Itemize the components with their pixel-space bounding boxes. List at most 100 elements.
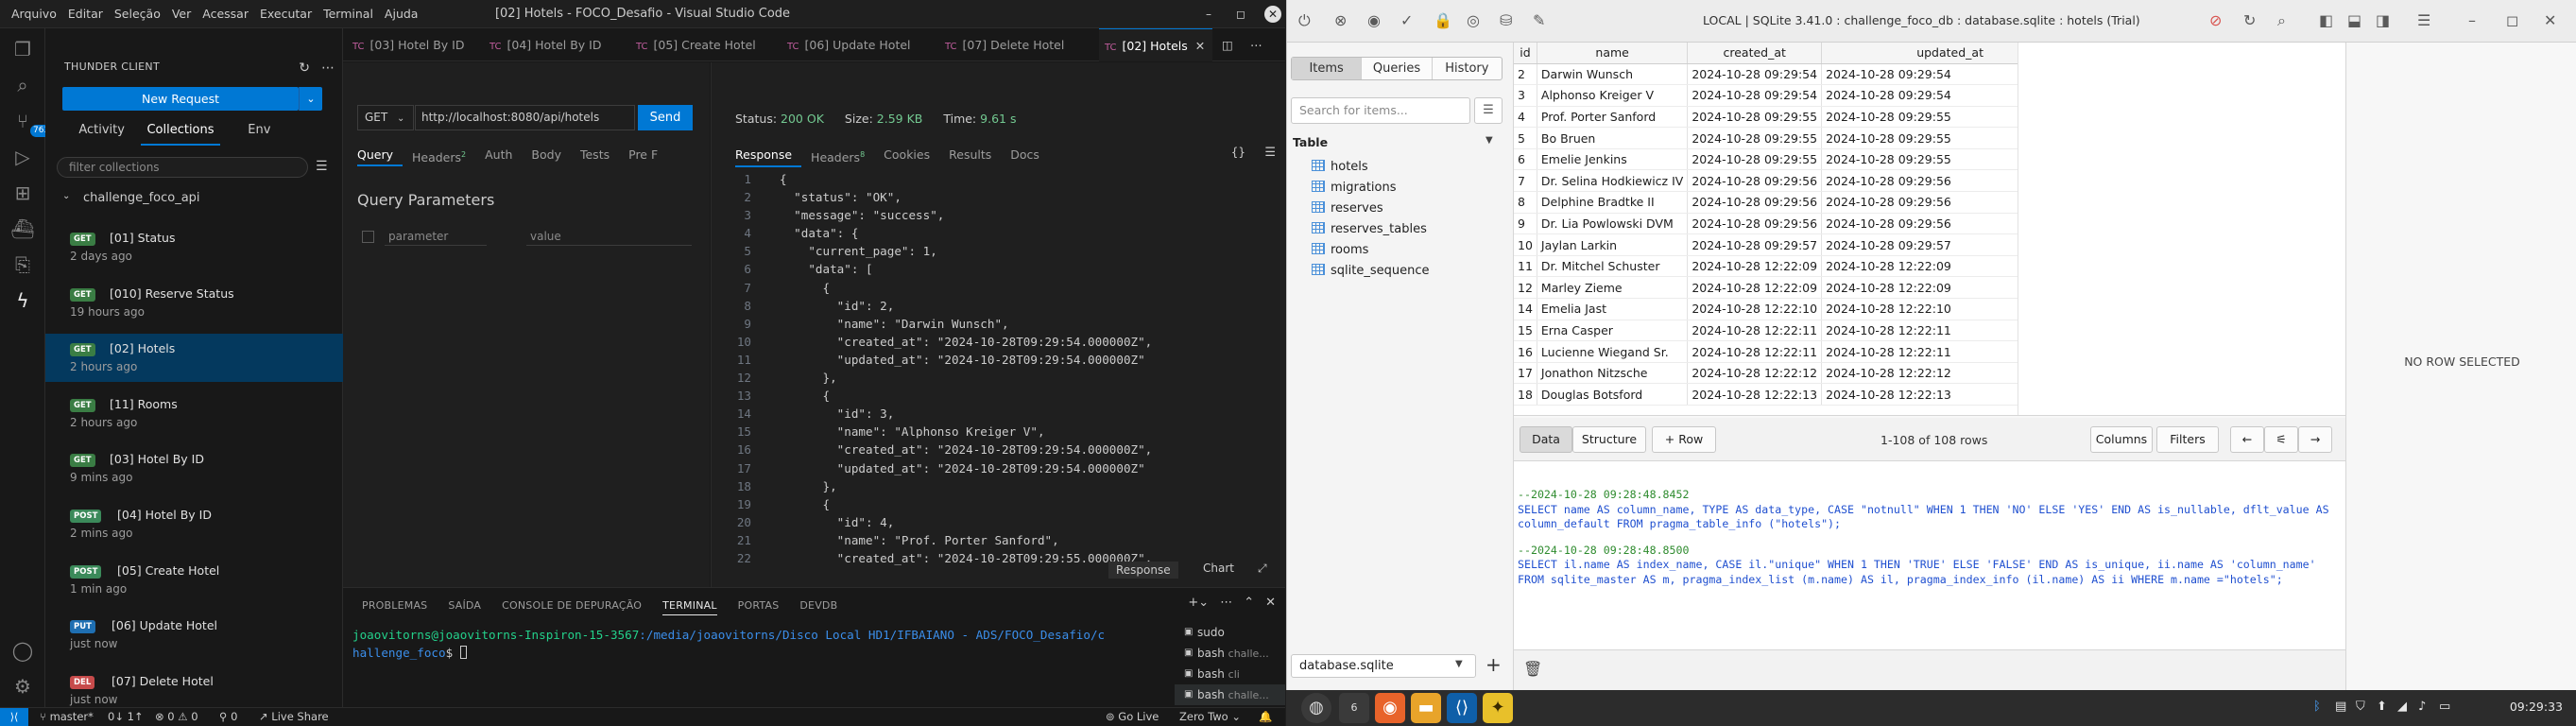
add-row-button[interactable]: + Row bbox=[1652, 426, 1716, 453]
minimize-icon[interactable]: – bbox=[2468, 11, 2476, 29]
table-row[interactable]: 10 Jaylan Larkin 2024-10-28 09:29:57 2024-1… bbox=[1514, 233, 2080, 256]
structure-tab-button[interactable]: Structure bbox=[1572, 426, 1646, 453]
table-cell[interactable]: 2024-10-28 12:22:09 bbox=[1687, 276, 1823, 300]
table-row[interactable]: 6 Emelie Jenkins 2024-10-28 09:29:55 2024-1… bbox=[1514, 148, 2080, 171]
vscode-app-icon[interactable]: ⟨⟩ bbox=[1447, 693, 1477, 723]
table-cell[interactable]: 2024-10-28 12:22:10 bbox=[1687, 298, 1823, 320]
update-icon[interactable]: ⬆ bbox=[2377, 700, 2387, 714]
table-cell[interactable]: 3 bbox=[1514, 84, 1537, 107]
table-row[interactable]: 11 Dr. Mitchel Schuster 2024-10-28 12:22:0… bbox=[1514, 255, 2080, 278]
more-actions-icon[interactable]: ⋯ bbox=[1250, 28, 1262, 61]
table-cell[interactable]: 18 bbox=[1514, 383, 1537, 406]
tab-ports[interactable]: PORTAS bbox=[738, 597, 780, 615]
search-icon[interactable]: ⌕ bbox=[2277, 11, 2286, 30]
volume-icon[interactable]: ♪ bbox=[2418, 700, 2426, 714]
table-row[interactable]: 17 Jonathon Nitzsche 2024-10-28 12:22:12 20… bbox=[1514, 362, 2080, 385]
database-select[interactable]: database.sqlite bbox=[1291, 654, 1476, 678]
terminal-item[interactable]: ▣ sudo bbox=[1175, 622, 1285, 643]
target-icon[interactable]: ◎ bbox=[1467, 11, 1480, 29]
mint-menu-icon[interactable]: ◍ bbox=[1301, 693, 1331, 723]
column-header[interactable]: id bbox=[1514, 43, 1537, 64]
tab-response[interactable]: Response bbox=[735, 146, 802, 168]
editor-tab[interactable]: TC [03] Hotel By ID bbox=[352, 28, 465, 61]
close-connection-icon[interactable]: ⊗ bbox=[1334, 11, 1347, 29]
table-row[interactable]: 18 Douglas Botsford 2024-10-28 12:22:13 202… bbox=[1514, 383, 2080, 406]
toggle-right-panel-icon[interactable]: ◨ bbox=[2376, 11, 2390, 29]
thunder-client-icon[interactable]: ϟ bbox=[8, 285, 38, 316]
tab-pre-run[interactable]: Pre F bbox=[628, 146, 667, 166]
run-debug-icon[interactable]: ▷ bbox=[8, 142, 38, 172]
request-item[interactable]: PUT [06] Update Hotel just now bbox=[45, 611, 343, 659]
table-cell[interactable]: Dr. Mitchel Schuster bbox=[1537, 255, 1689, 278]
next-page-icon[interactable]: → bbox=[2298, 426, 2332, 453]
table-item-hotels[interactable]: hotels bbox=[1312, 158, 1368, 177]
table-section-header[interactable]: Table bbox=[1293, 135, 1328, 149]
table-cell[interactable]: 10 bbox=[1514, 233, 1537, 256]
editor-tab[interactable]: TC [04] Hotel By ID bbox=[489, 28, 602, 61]
new-request-button[interactable]: New Request bbox=[62, 87, 299, 111]
editor-tab-active[interactable]: TC [02] Hotels ✕ bbox=[1099, 28, 1212, 61]
chevron-down-icon[interactable]: ⌄ bbox=[62, 191, 70, 201]
remote-indicator-icon[interactable]: ⟩⟨ bbox=[0, 708, 28, 726]
lock-icon[interactable]: 🔒 bbox=[1434, 11, 1452, 29]
tab-items[interactable]: Items bbox=[1292, 58, 1363, 79]
tab-query[interactable]: Query bbox=[357, 146, 403, 166]
refresh-icon[interactable]: ↻ bbox=[299, 60, 310, 76]
table-cell[interactable]: 8 bbox=[1514, 191, 1537, 214]
table-item-reserves[interactable]: reserves bbox=[1312, 199, 1383, 218]
table-cell[interactable]: 4 bbox=[1514, 106, 1537, 129]
table-cell[interactable]: 2024-10-28 09:29:56 bbox=[1687, 213, 1823, 235]
table-cell[interactable]: 5 bbox=[1514, 127, 1537, 149]
table-cell[interactable]: Marley Zieme bbox=[1537, 276, 1689, 300]
table-cell[interactable]: 2024-10-28 09:29:57 bbox=[1687, 233, 1823, 256]
tab-problems[interactable]: PROBLEMAS bbox=[362, 597, 427, 615]
eye-icon[interactable]: ◉ bbox=[1367, 11, 1381, 29]
tab-headers[interactable]: Headers2 bbox=[412, 146, 475, 166]
terminal-item[interactable]: ▣ bash cli bbox=[1175, 664, 1285, 684]
terminal-output[interactable]: joaovitorns@joaovitorns-Inspiron-15-3567… bbox=[352, 626, 1184, 662]
tableplus-app-icon[interactable]: ✦ bbox=[1483, 693, 1513, 723]
reload-icon[interactable]: ↻ bbox=[2243, 11, 2256, 29]
extensions-icon[interactable]: ⊞ bbox=[8, 178, 38, 208]
docker-icon[interactable]: ⛴ bbox=[8, 214, 38, 244]
page-settings-icon[interactable]: ⚟ bbox=[2264, 426, 2298, 453]
tab-queries[interactable]: Queries bbox=[1362, 58, 1433, 79]
table-cell[interactable]: 11 bbox=[1514, 255, 1537, 278]
param-name-input[interactable]: parameter bbox=[385, 227, 487, 246]
tab-terminal[interactable]: TERMINAL bbox=[662, 597, 717, 615]
search-icon[interactable]: ⌕ bbox=[8, 70, 38, 100]
shield-icon[interactable]: ⛉ bbox=[2356, 700, 2365, 714]
alert-icon[interactable]: ⊘ bbox=[2209, 11, 2222, 29]
menu-selecao[interactable]: Seleção bbox=[109, 0, 166, 28]
tab-auth[interactable]: Auth bbox=[485, 146, 522, 166]
request-item[interactable]: GET [03] Hotel By ID 9 mins ago bbox=[45, 444, 343, 493]
tab-output[interactable]: SAÍDA bbox=[448, 597, 481, 615]
method-select[interactable]: GET ⌄ bbox=[357, 105, 414, 130]
items-search-input[interactable]: Search for items... bbox=[1291, 97, 1470, 124]
table-cell[interactable]: 2 bbox=[1514, 63, 1537, 86]
close-icon[interactable]: ✕ bbox=[2544, 11, 2556, 29]
theme-indicator[interactable]: Zero Two ⌄ bbox=[1179, 708, 1241, 726]
battery-icon[interactable]: ▭ bbox=[2439, 700, 2450, 714]
files-icon[interactable]: ▬ bbox=[1411, 693, 1441, 723]
live-share-indicator[interactable]: ↗ Live Share bbox=[259, 708, 329, 726]
table-cell[interactable]: Dr. Selina Hodkiewicz IV bbox=[1537, 169, 1689, 193]
network-icon[interactable]: ◢ bbox=[2397, 700, 2407, 714]
explorer-icon[interactable]: ❐ bbox=[8, 34, 38, 64]
table-item-reserves-tables[interactable]: reserves_tables bbox=[1312, 220, 1427, 239]
filters-button[interactable]: Filters bbox=[2156, 426, 2219, 453]
response-menu-icon[interactable]: ☰ bbox=[1264, 146, 1276, 160]
tab-response-headers[interactable]: Headers8 bbox=[811, 146, 874, 167]
table-cell[interactable]: 2024-10-28 09:29:55 bbox=[1687, 148, 1823, 171]
table-row[interactable]: 2 Darwin Wunsch 2024-10-28 09:29:54 2024-10… bbox=[1514, 63, 2080, 86]
trash-icon[interactable]: 🗑 bbox=[1523, 660, 1542, 678]
maximize-panel-icon[interactable]: ⌃ bbox=[1244, 596, 1254, 610]
table-cell[interactable]: 12 bbox=[1514, 276, 1537, 300]
filter-options-icon[interactable]: ☰ bbox=[1474, 97, 1503, 124]
terminal-item[interactable]: ▣ bash challe... bbox=[1175, 684, 1285, 705]
prev-page-icon[interactable]: ← bbox=[2230, 426, 2264, 453]
tab-tests[interactable]: Tests bbox=[580, 146, 619, 166]
table-cell[interactable]: Jaylan Larkin bbox=[1537, 233, 1689, 256]
split-editor-icon[interactable]: ◫ bbox=[1222, 28, 1233, 61]
format-braces-icon[interactable]: {} bbox=[1231, 146, 1245, 159]
